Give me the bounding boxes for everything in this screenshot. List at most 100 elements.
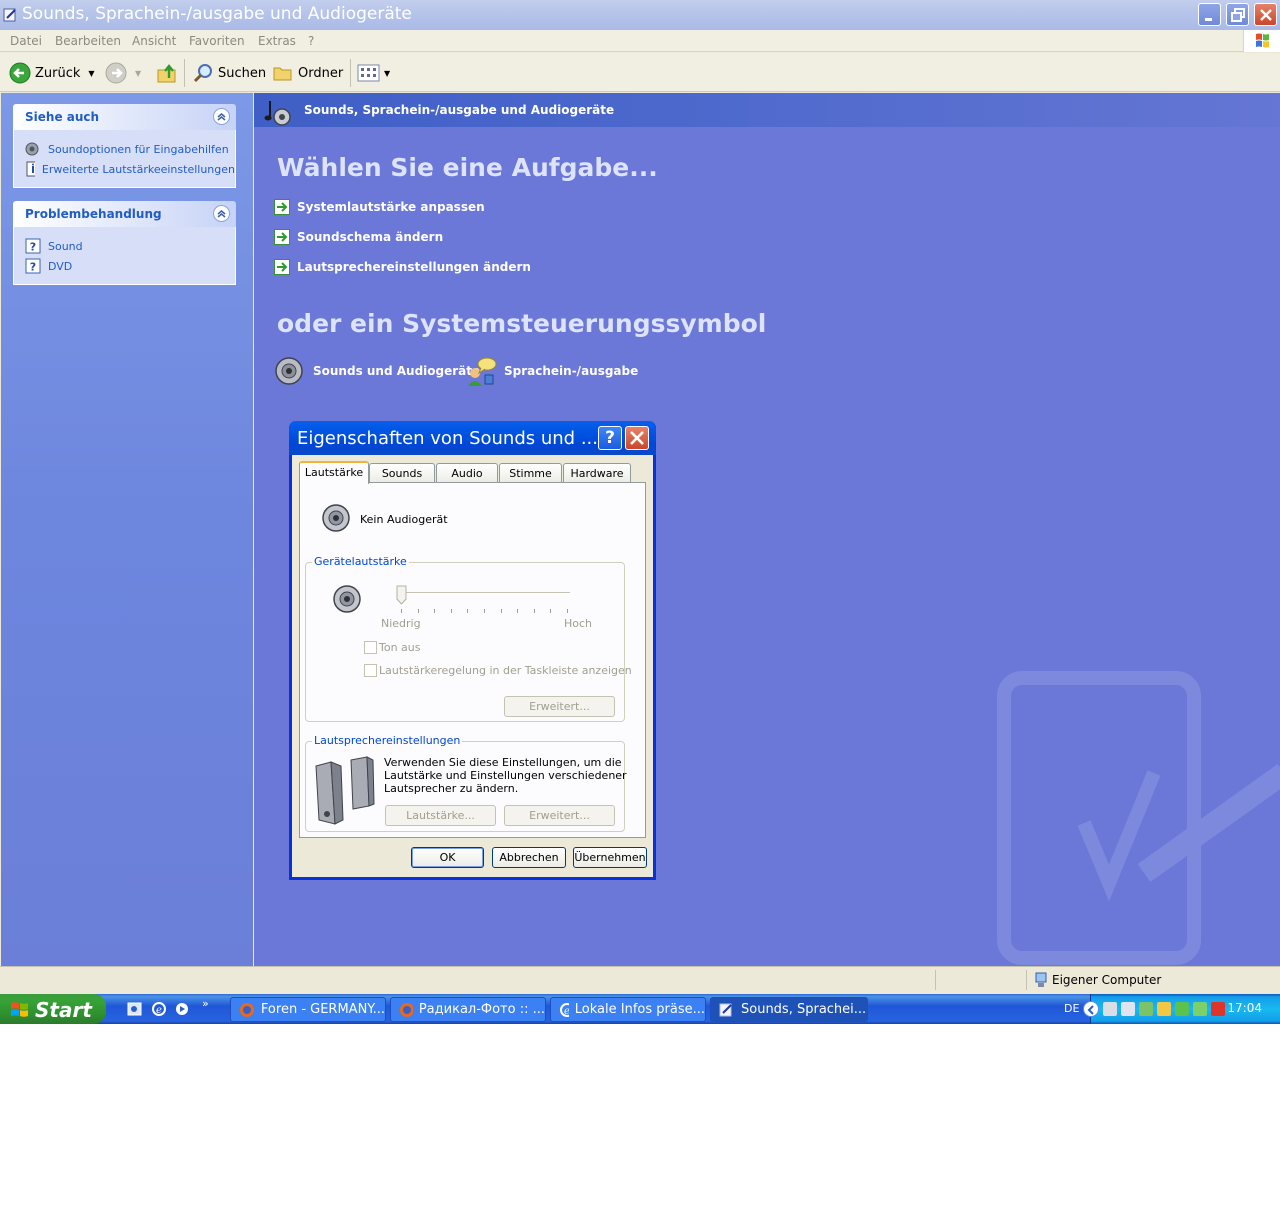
taskbar-button-firefox-radikal[interactable]: Радикал-Фото :: ... [390,997,546,1022]
tab-stimme[interactable]: Stimme [499,463,562,483]
speaker-icon [275,357,303,385]
collapse-chevron-icon[interactable] [213,108,230,125]
sidebar-item-sound-accessibility[interactable]: Soundoptionen für Eingabehilfen [25,139,235,159]
speaker-settings-label: Lautsprechereinstellungen [312,734,463,747]
green-arrow-icon [274,229,290,245]
troubleshoot-panel: Problembehandlung ? Sound ? DVD [13,201,236,285]
category-header-title: Sounds, Sprachein-/ausgabe und Audiogerä… [304,103,615,117]
tab-sounds[interactable]: Sounds [369,463,435,483]
dialog-title: Eigenschaften von Sounds und ... [297,428,598,449]
minimize-button[interactable] [1198,3,1221,26]
menu-extras[interactable]: Extras [258,34,296,48]
restore-button[interactable] [1226,3,1249,26]
tray-update-icon[interactable] [1193,1002,1207,1016]
taskbar-volume-checkbox[interactable] [364,664,377,677]
speaker-advanced-button[interactable]: Erweitert... [504,805,615,826]
views-dropdown-icon[interactable]: ▼ [384,69,390,78]
forward-dropdown-icon[interactable]: ▼ [135,69,141,78]
cancel-button[interactable]: Abbrechen [492,847,566,868]
minimize-icon [1205,18,1212,21]
help-question-icon: ? [25,238,41,254]
task-change-speaker-settings[interactable]: Lautsprechereinstellungen ändern [274,259,531,275]
firefox-icon [400,1002,413,1017]
svg-text:e: e [564,1006,569,1017]
sidebar-item-advanced-volume[interactable]: Erweiterte Lautstärkeeinstellungen [25,159,235,179]
menu-ansicht[interactable]: Ansicht [132,34,176,48]
dialog-title-bar[interactable]: Eigenschaften von Sounds und ... ? [289,421,656,455]
taskbar-button-ie-lokale[interactable]: e Lokale Infos präse... [550,997,706,1022]
sound-properties-dialog: Eigenschaften von Sounds und ... ? Lauts… [289,421,656,880]
status-separator [1026,970,1027,990]
taskbar-button-firefox-forum[interactable]: Foren - GERMANY... [230,997,386,1022]
restore-icon [1231,8,1245,22]
quicklaunch-overflow-chevron[interactable]: » [202,997,209,1010]
tray-antivirus-icon[interactable] [1211,1002,1225,1016]
troubleshoot-title: Problembehandlung [25,207,162,221]
volume-tick [401,609,402,613]
dialog-help-button[interactable]: ? [598,426,622,450]
task-adjust-volume[interactable]: Systemlautstärke anpassen [274,199,485,215]
start-button[interactable]: Start [0,994,106,1024]
speaker-icon [322,504,350,532]
tray-messenger-icon[interactable] [1139,1002,1153,1016]
back-dropdown-icon[interactable]: ▼ [88,69,94,78]
volume-high-label: Hoch [564,617,593,630]
quicklaunch-outlook-icon[interactable] [127,1001,143,1017]
menu-bearbeiten[interactable]: Bearbeiten [55,34,121,48]
volume-slider-track[interactable] [398,592,570,594]
tray-warning-icon[interactable] [1157,1002,1171,1016]
close-icon [630,431,644,445]
volume-tick [500,609,502,613]
clock: 17:04 [1227,1001,1262,1015]
menu-help[interactable]: ? [308,34,314,48]
menu-datei[interactable]: Datei [10,34,42,48]
see-also-header[interactable]: Siehe auch [13,104,236,130]
quicklaunch-mediaplayer-icon[interactable] [174,1001,190,1017]
up-folder-icon [157,64,176,83]
language-indicator[interactable]: DE [1064,1002,1079,1015]
speakers-icon [315,756,375,825]
tab-hardware[interactable]: Hardware [563,463,631,483]
troubleshoot-header[interactable]: Problembehandlung [13,201,236,227]
back-button[interactable]: Zurück ▼ [9,60,95,86]
mute-checkbox[interactable] [364,641,377,654]
title-bar[interactable]: Sounds, Sprachein-/ausgabe und Audiogerä… [0,0,1280,30]
views-button[interactable]: ▼ [357,60,390,86]
tray-tools-icon[interactable] [1121,1002,1135,1016]
taskbar-button-sounds[interactable]: Sounds, Sprachei... [710,997,868,1022]
sidebar-item-sound[interactable]: ? Sound [25,236,235,256]
tray-security-icon[interactable] [1175,1002,1189,1016]
system-tray: 17:04 [1083,994,1280,1024]
tray-network-icon[interactable] [1103,1002,1117,1016]
up-folder-button[interactable] [156,60,178,86]
speaker-settings-group: Lautsprechereinstellungen Verwenden Sie … [305,734,627,832]
tab-audio[interactable]: Audio [436,463,498,483]
forward-button[interactable]: ▼ [105,60,141,86]
menu-favoriten[interactable]: Favoriten [189,34,245,48]
folders-button[interactable]: Ordner [272,60,343,86]
close-button[interactable] [1254,3,1277,26]
tab-lautstaerke[interactable]: Lautstärke [299,461,369,484]
music-note-speaker-icon [264,101,291,126]
ie-icon: e [560,1002,569,1017]
volume-advanced-button[interactable]: Erweitert... [504,696,615,717]
search-icon [193,64,212,83]
control-panel-icon [3,8,16,22]
device-name: Kein Audiogerät [360,513,448,526]
cpl-sounds-audio-devices[interactable]: Sounds und Audiogeräte [274,355,480,387]
apply-button[interactable]: Übernehmen [573,847,647,868]
sidebar-item-dvd[interactable]: ? DVD [25,256,235,276]
cpl-speech[interactable]: Sprachein-/ausgabe [465,355,638,387]
volume-slider-thumb[interactable] [396,585,407,605]
ok-button[interactable]: OK [411,847,484,868]
speaker-volume-button[interactable]: Lautstärke... [385,805,496,826]
collapse-chevron-icon[interactable] [213,205,230,222]
volume-tick [434,609,436,613]
task-change-sound-scheme[interactable]: Soundschema ändern [274,229,443,245]
dialog-close-button[interactable] [625,426,649,450]
volume-tick [450,609,452,613]
mute-label: Ton aus [379,641,421,654]
search-button[interactable]: Suchen [192,60,266,86]
quicklaunch-ie-icon[interactable]: e [151,1001,167,1017]
tray-expand-button[interactable] [1083,1001,1099,1017]
